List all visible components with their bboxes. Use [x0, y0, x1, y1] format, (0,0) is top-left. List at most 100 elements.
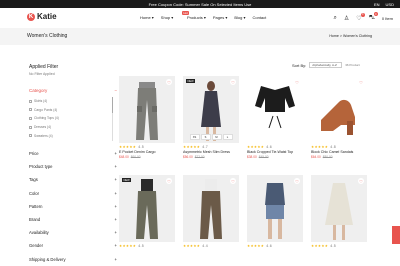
wishlist-heart-icon[interactable]: ♡: [166, 79, 172, 85]
plus-icon: +: [114, 177, 117, 183]
nav-shop[interactable]: Shop ▾: [161, 15, 173, 20]
nav-home[interactable]: Home ▾: [140, 15, 154, 20]
product-name[interactable]: E Pocket Denim Cargo: [119, 150, 175, 154]
product-card[interactable]: NEW ♡ ★★★★★ 4.5: [119, 175, 175, 248]
promo-text: Free Coupon Code: Summer Sale On Selecte…: [148, 1, 252, 7]
new-tag: NEW: [186, 79, 196, 83]
category-list: Skirts (4) Cargo Pants (4) Clothing Tops…: [29, 97, 117, 141]
nav-pages[interactable]: Pages ▾: [213, 15, 227, 20]
category-option[interactable]: Sweaters (4): [29, 131, 117, 140]
facet-product-type[interactable]: Product type +: [29, 160, 117, 173]
applied-filter-title: Applied Filter: [29, 64, 59, 70]
wishlist-icon[interactable]: ♡ 0: [356, 12, 365, 22]
facet-color[interactable]: Color +: [29, 187, 117, 200]
plus-icon: +: [114, 256, 117, 262]
size-option[interactable]: XS: [189, 134, 200, 140]
rating-stars: ★★★★★ 4.6: [247, 244, 272, 248]
wishlist-heart-icon[interactable]: ♡: [294, 79, 300, 85]
site-header: K Katie Home ▾ Shop ▾ HotProducts ▾ Page…: [0, 8, 400, 28]
brand-name: Katie: [37, 12, 57, 21]
product-image[interactable]: ♡: [247, 175, 303, 242]
cart-icon[interactable]: ⛍ 0: [369, 12, 378, 22]
language-select[interactable]: EN: [374, 2, 380, 7]
facet-tags[interactable]: Tags +: [29, 173, 117, 186]
product-name[interactable]: Black Cropped Tie-Waist Top: [247, 150, 303, 154]
sort-bar: Sort By: Alphabetically, A-Z 36 Product: [292, 62, 360, 68]
plus-icon: +: [114, 243, 117, 249]
facet-price[interactable]: Price +: [29, 147, 117, 160]
rating-stars: ★★★★★ 4.5: [119, 145, 144, 149]
wishlist-heart-icon[interactable]: ♡: [358, 79, 364, 85]
product-image[interactable]: NEW ♡: [119, 175, 175, 242]
plus-icon: +: [114, 203, 117, 209]
wishlist-heart-icon[interactable]: ♡: [230, 178, 236, 184]
product-price: $48.00 $60.00: [119, 155, 141, 159]
wishlist-heart-icon[interactable]: ♡: [230, 79, 236, 85]
user-icon[interactable]: ♙: [344, 15, 349, 22]
category-option[interactable]: Cargo Pants (4): [29, 106, 117, 115]
nav-blog[interactable]: Blog ▾: [234, 15, 245, 20]
product-image[interactable]: ♡: [247, 76, 303, 143]
plus-icon: +: [114, 230, 117, 236]
rating-stars: ★★★★★ 4.5: [311, 244, 336, 248]
product-card[interactable]: ♡ ★★★★★ 4.6: [247, 175, 303, 248]
page-title: Women's Clothing: [27, 33, 68, 39]
facet-availability[interactable]: Availability +: [29, 226, 117, 239]
facet-brand[interactable]: Brand +: [29, 213, 117, 226]
breadcrumb[interactable]: Home > Women's Clothing: [329, 34, 372, 38]
size-option[interactable]: L: [222, 134, 233, 140]
wishlist-heart-icon[interactable]: ♡: [166, 178, 172, 184]
plus-icon: +: [114, 190, 117, 196]
facet-shipping[interactable]: Shipping & Delivery +: [29, 252, 117, 265]
facet-gender[interactable]: Gender +: [29, 239, 117, 252]
category-option[interactable]: Dresses (4): [29, 123, 117, 132]
search-icon[interactable]: ⌕: [334, 15, 337, 22]
cart-label[interactable]: 0 Item: [382, 16, 393, 21]
product-card[interactable]: ♡ ★★★★★ 4.5: [311, 175, 367, 248]
side-help-tab[interactable]: [392, 226, 400, 244]
filter-sidebar: Applied Filter No Filter Applied Categor…: [29, 64, 117, 266]
brand-logo[interactable]: K Katie: [27, 12, 57, 21]
category-option[interactable]: Skirts (4): [29, 97, 117, 106]
announcement-bar: Free Coupon Code: Summer Sale On Selecte…: [0, 0, 400, 8]
product-card[interactable]: ♡ ★★★★★ 4.6 Black Cropped Tie-Waist Top $…: [247, 76, 303, 159]
category-scrollbar[interactable]: [111, 97, 113, 141]
currency-select[interactable]: USD: [386, 2, 394, 7]
wishlist-heart-icon[interactable]: ♡: [358, 178, 364, 184]
product-image[interactable]: ♡: [119, 76, 175, 143]
plus-icon: +: [114, 217, 117, 222]
product-card[interactable]: NEW ♡ XS S M L ★★★★★ 4.7 Asymmetric Mesh …: [183, 76, 239, 159]
rating-stars: ★★★★★ 4.8: [311, 145, 336, 149]
size-option[interactable]: S: [200, 134, 211, 140]
wishlist-heart-icon[interactable]: ♡: [294, 178, 300, 184]
new-tag: NEW: [122, 178, 132, 182]
header-icons: ⌕ ♙ ♡ 0 ⛍ 0 0 Item: [334, 12, 393, 22]
product-image[interactable]: ♡: [311, 76, 367, 143]
category-option[interactable]: Clothing Tops (4): [29, 114, 117, 123]
product-image[interactable]: ♡: [311, 175, 367, 242]
product-card[interactable]: ♡ ★★★★★ 4.4: [183, 175, 239, 248]
product-image[interactable]: NEW ♡ XS S M L: [183, 76, 239, 143]
product-card[interactable]: ♡ ★★★★★ 4.5 E Pocket Denim Cargo $48.00 $6…: [119, 76, 175, 159]
rating-stars: ★★★★★ 4.7: [183, 145, 208, 149]
nav-contact[interactable]: Contact: [252, 15, 266, 20]
nav-products[interactable]: HotProducts ▾: [180, 11, 206, 20]
plus-icon: +: [114, 151, 117, 157]
minus-icon: −: [114, 88, 117, 93]
page-banner: Women's Clothing Home > Women's Clothing: [0, 28, 400, 45]
product-price: $38.00 $45.00: [247, 155, 269, 159]
product-name[interactable]: Block Chic Camel Sandals: [311, 150, 367, 154]
sort-select[interactable]: Alphabetically, A-Z: [309, 62, 343, 68]
product-name[interactable]: Asymmetric Mesh Slim Dress: [183, 150, 239, 154]
main-nav: Home ▾ Shop ▾ HotProducts ▾ Pages ▾ Blog…: [140, 11, 266, 20]
logo-mark: K: [27, 12, 35, 21]
facet-pattern[interactable]: Pattern +: [29, 200, 117, 213]
no-filter-text: No Filter Applied: [29, 72, 55, 76]
rating-stars: ★★★★★ 4.4: [183, 244, 208, 248]
product-card[interactable]: ♡ ★★★★★ 4.8 Block Chic Camel Sandals $64.…: [311, 76, 367, 159]
category-toggle[interactable]: Category −: [29, 88, 117, 93]
rating-stars: ★★★★★ 4.5: [119, 244, 144, 248]
size-option[interactable]: M: [211, 134, 222, 140]
product-count: 36 Product: [345, 63, 360, 67]
product-image[interactable]: ♡: [183, 175, 239, 242]
